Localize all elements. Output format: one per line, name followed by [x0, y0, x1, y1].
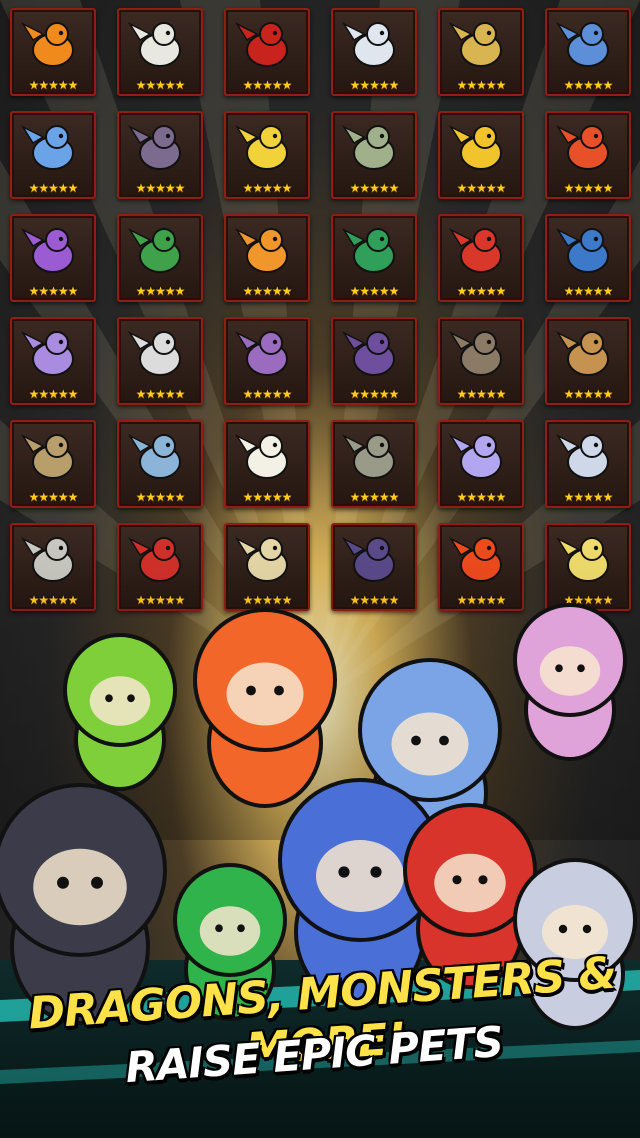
pet-card: ★★★★★	[224, 8, 310, 96]
zebra-unicorn-pet-icon	[128, 22, 181, 67]
pet-card: ★★★★★	[224, 111, 310, 199]
rating-stars: ★★★★★	[456, 181, 507, 195]
pet-card: ★★★★★	[438, 8, 524, 96]
fire-dragon-pet-icon	[235, 228, 288, 273]
fire-hair-hero-icon	[193, 608, 337, 808]
pet-card: ★★★★★	[224, 214, 310, 302]
grim-reaper-pet-icon	[128, 125, 181, 170]
rating-stars: ★★★★★	[563, 490, 614, 504]
golden-dragon-pet-icon	[449, 22, 502, 67]
pet-card: ★★★★★	[117, 317, 203, 405]
pet-card: ★★★★★	[10, 214, 96, 302]
rating-stars: ★★★★★	[563, 78, 614, 92]
lightning-bird-pet-icon	[235, 125, 288, 170]
rating-stars: ★★★★★	[349, 490, 400, 504]
rating-stars: ★★★★★	[349, 284, 400, 298]
rating-stars: ★★★★★	[242, 284, 293, 298]
rating-stars: ★★★★★	[135, 387, 186, 401]
pet-card: ★★★★★	[224, 317, 310, 405]
rating-stars: ★★★★★	[349, 78, 400, 92]
pet-card: ★★★★★	[545, 317, 631, 405]
rating-stars: ★★★★★	[28, 78, 79, 92]
parrot-pet-icon	[63, 633, 177, 791]
white-griffin-pet-icon	[128, 331, 181, 376]
rating-stars: ★★★★★	[28, 181, 79, 195]
pet-card: ★★★★★	[117, 8, 203, 96]
pet-card: ★★★★★	[331, 8, 417, 96]
pet-card: ★★★★★	[331, 111, 417, 199]
purple-unicorn-pet-icon	[21, 331, 74, 376]
pet-card: ★★★★★	[10, 420, 96, 508]
pet-card: ★★★★★	[224, 420, 310, 508]
rating-stars: ★★★★★	[28, 284, 79, 298]
rating-stars: ★★★★★	[456, 284, 507, 298]
pet-card: ★★★★★	[438, 317, 524, 405]
rating-stars: ★★★★★	[456, 78, 507, 92]
pet-card: ★★★★★	[545, 420, 631, 508]
rating-stars: ★★★★★	[349, 181, 400, 195]
rating-stars: ★★★★★	[135, 490, 186, 504]
red-devil-pet-icon	[235, 22, 288, 67]
pet-card: ★★★★★	[545, 8, 631, 96]
pet-card: ★★★★★	[10, 111, 96, 199]
rating-stars: ★★★★★	[563, 181, 614, 195]
pet-card: ★★★★★	[331, 317, 417, 405]
stone-golem-pet-icon	[342, 434, 395, 479]
winged-fish-pet-icon	[449, 434, 502, 479]
rating-stars: ★★★★★	[242, 181, 293, 195]
rating-stars: ★★★★★	[563, 284, 614, 298]
ice-lion-pet-icon	[556, 434, 609, 479]
pet-card: ★★★★★	[10, 8, 96, 96]
crow-pet-icon	[449, 331, 502, 376]
rating-stars: ★★★★★	[28, 490, 79, 504]
rating-stars: ★★★★★	[28, 387, 79, 401]
phoenix-pet-icon	[556, 125, 609, 170]
rating-stars: ★★★★★	[563, 387, 614, 401]
pet-card: ★★★★★	[117, 420, 203, 508]
red-phoenix-pet-icon	[449, 228, 502, 273]
rating-stars: ★★★★★	[135, 284, 186, 298]
antler-dragon-pet-icon	[342, 228, 395, 273]
moon-fairy-pet-icon	[449, 125, 502, 170]
rating-stars: ★★★★★	[242, 490, 293, 504]
pet-card: ★★★★★	[117, 214, 203, 302]
pet-card: ★★★★★	[438, 214, 524, 302]
pumpkin-pet-icon	[21, 22, 74, 67]
tribal-chief-pet-icon	[342, 125, 395, 170]
ice-dragon-pet-icon	[21, 125, 74, 170]
green-dragon-pet-icon	[128, 228, 181, 273]
snowman-pet-icon	[342, 22, 395, 67]
rating-stars: ★★★★★	[242, 387, 293, 401]
rating-stars: ★★★★★	[135, 181, 186, 195]
pet-card: ★★★★★	[331, 214, 417, 302]
pet-card: ★★★★★	[117, 111, 203, 199]
rating-stars: ★★★★★	[349, 387, 400, 401]
pet-card: ★★★★★	[545, 214, 631, 302]
griffin-pet-icon	[556, 331, 609, 376]
totem-pet-icon	[556, 228, 609, 273]
blue-wolf-pet-icon	[556, 22, 609, 67]
pet-card: ★★★★★	[438, 420, 524, 508]
pet-card: ★★★★★	[10, 317, 96, 405]
pet-card: ★★★★★	[438, 111, 524, 199]
rating-stars: ★★★★★	[135, 78, 186, 92]
serpent-pet-icon	[235, 331, 288, 376]
pet-card: ★★★★★	[545, 111, 631, 199]
shadow-dragon-pet-icon	[342, 331, 395, 376]
horned-demon-hero-icon	[513, 603, 627, 761]
pet-card: ★★★★★	[331, 420, 417, 508]
jester-pet-icon	[21, 228, 74, 273]
rating-stars: ★★★★★	[242, 78, 293, 92]
sand-beast-pet-icon	[21, 434, 74, 479]
rating-stars: ★★★★★	[456, 387, 507, 401]
frost-spirit-pet-icon	[128, 434, 181, 479]
white-eagle-pet-icon	[235, 434, 288, 479]
app-store-banner: ★★★★★ ★★★★★ ★★★★★ ★★★★★ ★★★★★ ★★★★★ ★★★★★ ★★★★★…	[0, 0, 640, 1138]
rating-stars: ★★★★★	[456, 490, 507, 504]
